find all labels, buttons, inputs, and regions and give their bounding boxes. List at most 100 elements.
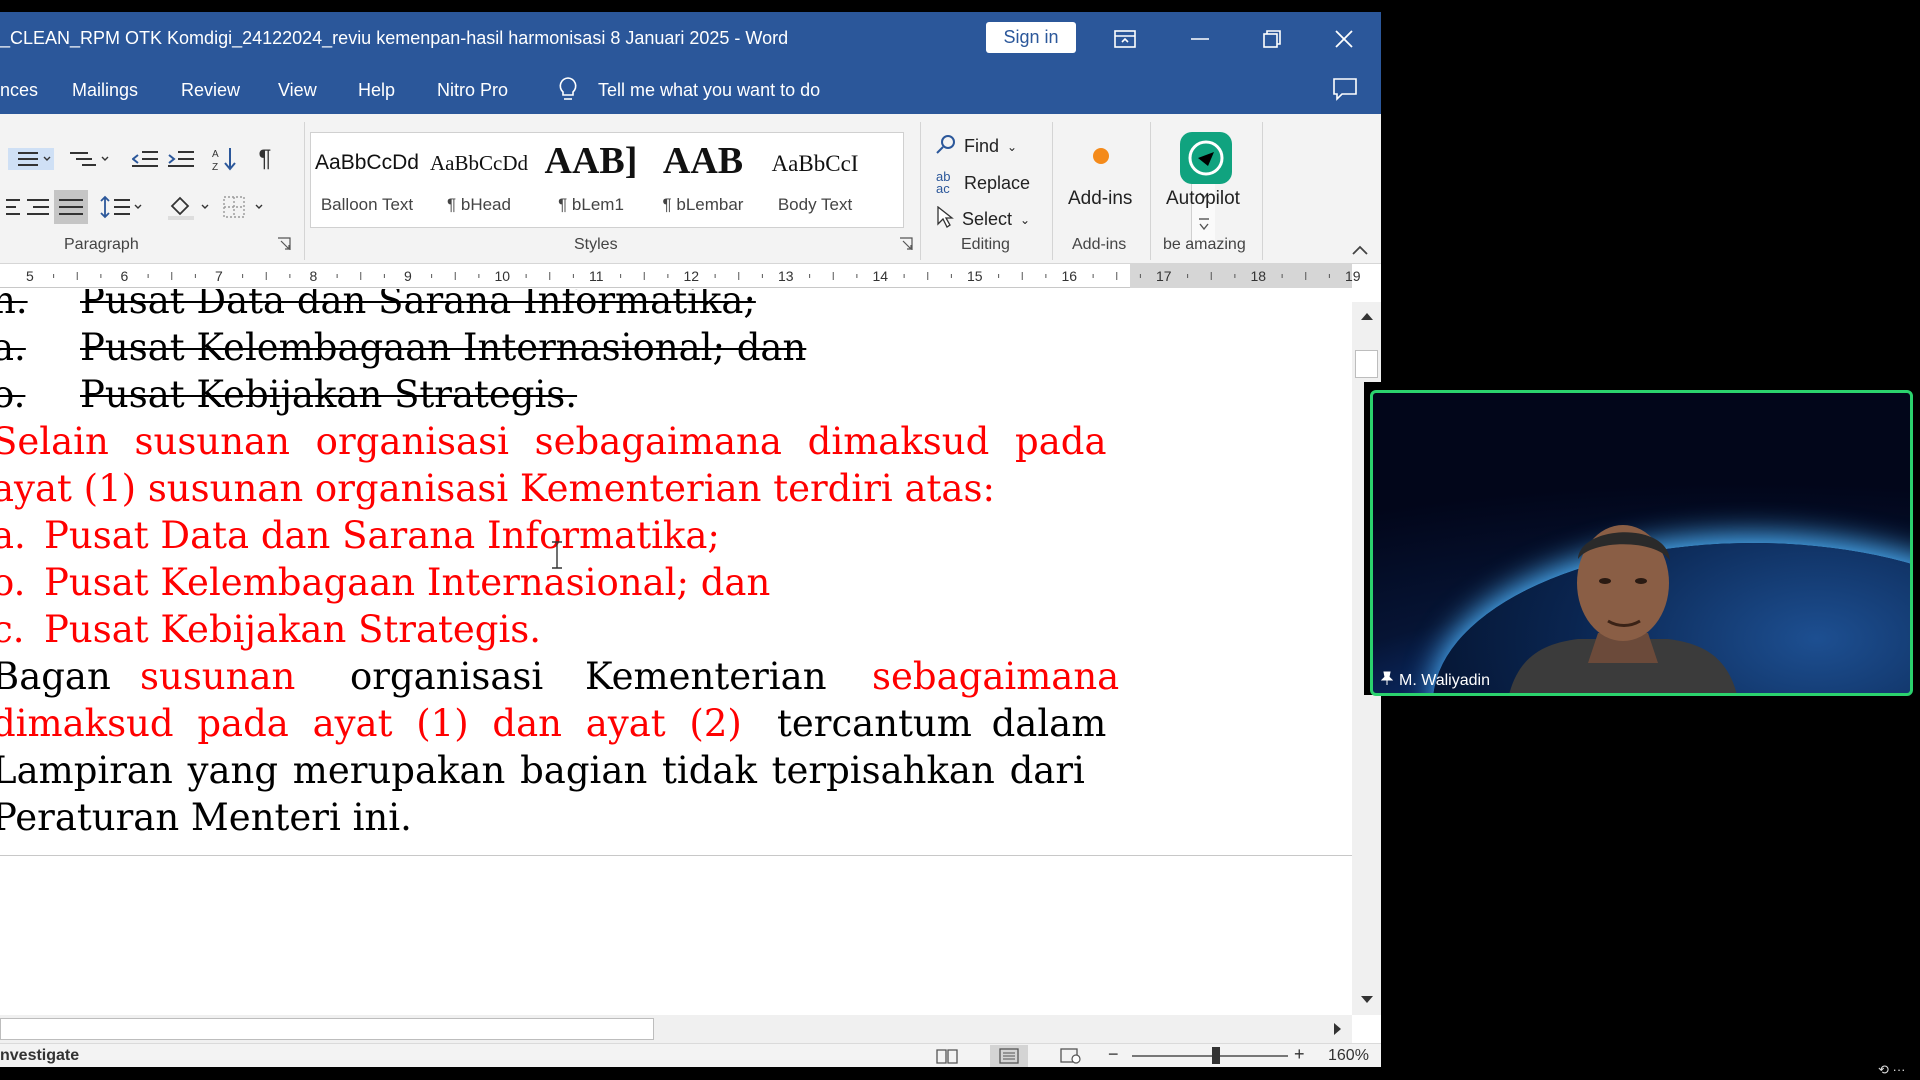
style-name: Balloon Text xyxy=(320,195,414,214)
participant-name: M. Waliyadin xyxy=(1399,671,1490,689)
collapse-ribbon-icon[interactable] xyxy=(1350,242,1370,258)
borders-icon[interactable] xyxy=(222,192,268,222)
shading-icon[interactable] xyxy=(166,192,212,222)
horizontal-ruler[interactable]: 5 6 7 8 9 10 11 12 13 14 15 16 17 18 19 xyxy=(0,264,1361,288)
print-layout-icon[interactable] xyxy=(990,1045,1028,1067)
increase-indent-icon[interactable] xyxy=(166,144,196,174)
zoom-in-button[interactable]: + xyxy=(1294,1044,1305,1065)
doc-line: Selain susunan organisasi sebagaimana di… xyxy=(0,418,1130,465)
autopilot-button[interactable]: Autopilot xyxy=(1166,188,1240,210)
inserted-text: Pusat Data dan Sarana Informatika; xyxy=(44,514,720,557)
meeting-controls-icon[interactable]: ⟲ ··· xyxy=(1878,1062,1906,1078)
ruler-number: 12 xyxy=(683,268,700,284)
editing-group-label: Editing xyxy=(961,236,1010,253)
add-ins-button[interactable]: Add-ins xyxy=(1068,188,1132,210)
ribbon-tabs: nces Mailings Review View Help Nitro Pro… xyxy=(0,65,1381,114)
zoom-level[interactable]: 160% xyxy=(1328,1047,1369,1065)
zoom-out-button[interactable]: − xyxy=(1108,1044,1119,1065)
separator xyxy=(1052,122,1053,260)
style-name: ¶ bLem1 xyxy=(558,195,624,214)
sort-icon[interactable]: AZ xyxy=(210,144,240,174)
sign-in-button[interactable]: Sign in xyxy=(986,22,1076,53)
ruler-number: 6 xyxy=(120,268,129,284)
multilevel-list-icon[interactable] xyxy=(68,144,112,174)
style-balloon-text[interactable]: AaBbCcDd Balloon Text xyxy=(311,133,423,227)
tab-references[interactable]: nces xyxy=(0,80,38,101)
style-body-text[interactable]: AaBbCcI Body Text xyxy=(759,133,871,227)
style-sample: AaBbCcDd xyxy=(315,151,419,174)
styles-dialog-launcher-icon[interactable] xyxy=(894,232,918,256)
read-mode-icon[interactable] xyxy=(928,1045,966,1067)
inserted-text: sebagaimana xyxy=(872,655,1120,698)
select-button[interactable]: Select ⌄ xyxy=(936,205,1030,233)
svg-text:A: A xyxy=(212,149,219,160)
style-sample: AAB] xyxy=(544,140,638,182)
zoom-slider-thumb[interactable] xyxy=(1212,1047,1220,1064)
video-tile[interactable]: M. Waliyadin xyxy=(1364,382,1920,696)
doc-line: a. Pusat Data dan Sarana Informatika; xyxy=(0,512,1130,559)
show-formatting-marks-icon[interactable]: ¶ xyxy=(250,144,280,174)
scroll-right-icon[interactable] xyxy=(1323,1015,1352,1043)
doc-line: Lampiran yang merupakan bagian tidak ter… xyxy=(0,747,1130,794)
document-text[interactable]: n. Pusat Data dan Sarana Informatika; a.… xyxy=(0,289,1130,841)
document-canvas[interactable]: n. Pusat Data dan Sarana Informatika; a.… xyxy=(0,289,1352,1015)
ribbon-display-options-icon[interactable] xyxy=(1097,12,1153,65)
inserted-text: susunan xyxy=(140,655,296,698)
title-bar: _CLEAN_RPM OTK Komdigi_24122024_reviu ke… xyxy=(0,12,1381,65)
ruler-number: 7 xyxy=(215,268,223,284)
add-ins-icon[interactable] xyxy=(1093,148,1109,164)
participant-name-label: M. Waliyadin xyxy=(1380,671,1490,690)
search-icon xyxy=(936,134,956,159)
body-text: tercantum dalam xyxy=(777,702,1107,745)
find-button[interactable]: Find ⌄ xyxy=(936,134,1017,159)
be-amazing-group-label: be amazing xyxy=(1163,236,1246,253)
body-text: Lampiran yang merupakan bagian tidak ter… xyxy=(0,749,1085,792)
numbering-icon[interactable] xyxy=(6,144,56,174)
horizontal-scroll-thumb[interactable] xyxy=(0,1018,654,1040)
style-sample: AaBbCcDd xyxy=(430,151,528,175)
scroll-down-icon[interactable] xyxy=(1352,986,1381,1014)
body-text: Bagan xyxy=(0,655,111,698)
doc-line: c. Pusat Kebijakan Strategis. xyxy=(0,606,1130,653)
restore-icon[interactable] xyxy=(1244,12,1300,65)
style-bhead[interactable]: AaBbCcDd ¶ bHead xyxy=(423,133,535,227)
doc-line: a. Pusat Kelembagaan Internasional; dan xyxy=(0,324,1130,371)
styles-group-label: Styles xyxy=(574,236,618,253)
list-marker: n. xyxy=(0,289,28,322)
style-blembar[interactable]: AAB ¶ bLembar xyxy=(647,133,759,227)
ruler-number: 9 xyxy=(404,268,412,284)
decrease-indent-icon[interactable] xyxy=(130,144,160,174)
inserted-text: Pusat Kebijakan Strategis. xyxy=(44,608,542,651)
zoom-slider[interactable] xyxy=(1132,1055,1288,1057)
close-icon[interactable] xyxy=(1316,12,1372,65)
chevron-down-icon: ⌄ xyxy=(1007,139,1018,154)
horizontal-scrollbar[interactable] xyxy=(0,1015,1352,1043)
align-right-icon[interactable] xyxy=(22,192,52,222)
tab-mailings[interactable]: Mailings xyxy=(72,80,138,101)
ruler-ticks xyxy=(53,272,1330,280)
list-marker: c. xyxy=(0,608,25,651)
line-spacing-icon[interactable] xyxy=(100,192,144,222)
autopilot-icon[interactable] xyxy=(1180,132,1232,184)
tab-review[interactable]: Review xyxy=(181,80,240,101)
pin-icon xyxy=(1380,671,1394,690)
comments-icon[interactable] xyxy=(1332,77,1358,101)
doc-line: dimaksud pada ayat (1) dan ayat (2) terc… xyxy=(0,700,1130,747)
vertical-scroll-thumb[interactable] xyxy=(1355,350,1378,378)
tell-me-search[interactable]: Tell me what you want to do xyxy=(598,80,820,101)
select-label: Select xyxy=(962,209,1013,229)
lightbulb-icon[interactable] xyxy=(556,76,580,102)
ruler-number: 10 xyxy=(494,268,511,284)
tab-help[interactable]: Help xyxy=(358,80,395,101)
tab-view[interactable]: View xyxy=(278,80,317,101)
tab-nitro-pro[interactable]: Nitro Pro xyxy=(437,80,508,101)
web-layout-icon[interactable] xyxy=(1052,1045,1090,1067)
inserted-text: ayat (1) susunan organisasi Kementerian … xyxy=(0,467,995,510)
justify-icon[interactable] xyxy=(54,190,88,224)
minimize-icon[interactable] xyxy=(1172,12,1228,65)
paragraph-dialog-launcher-icon[interactable] xyxy=(272,232,296,256)
replace-button[interactable]: ab ac Replace xyxy=(936,170,1030,195)
style-blem1[interactable]: AAB] ¶ bLem1 xyxy=(535,133,647,227)
status-text: nvestigate xyxy=(0,1047,80,1064)
scroll-up-icon[interactable] xyxy=(1352,302,1381,330)
